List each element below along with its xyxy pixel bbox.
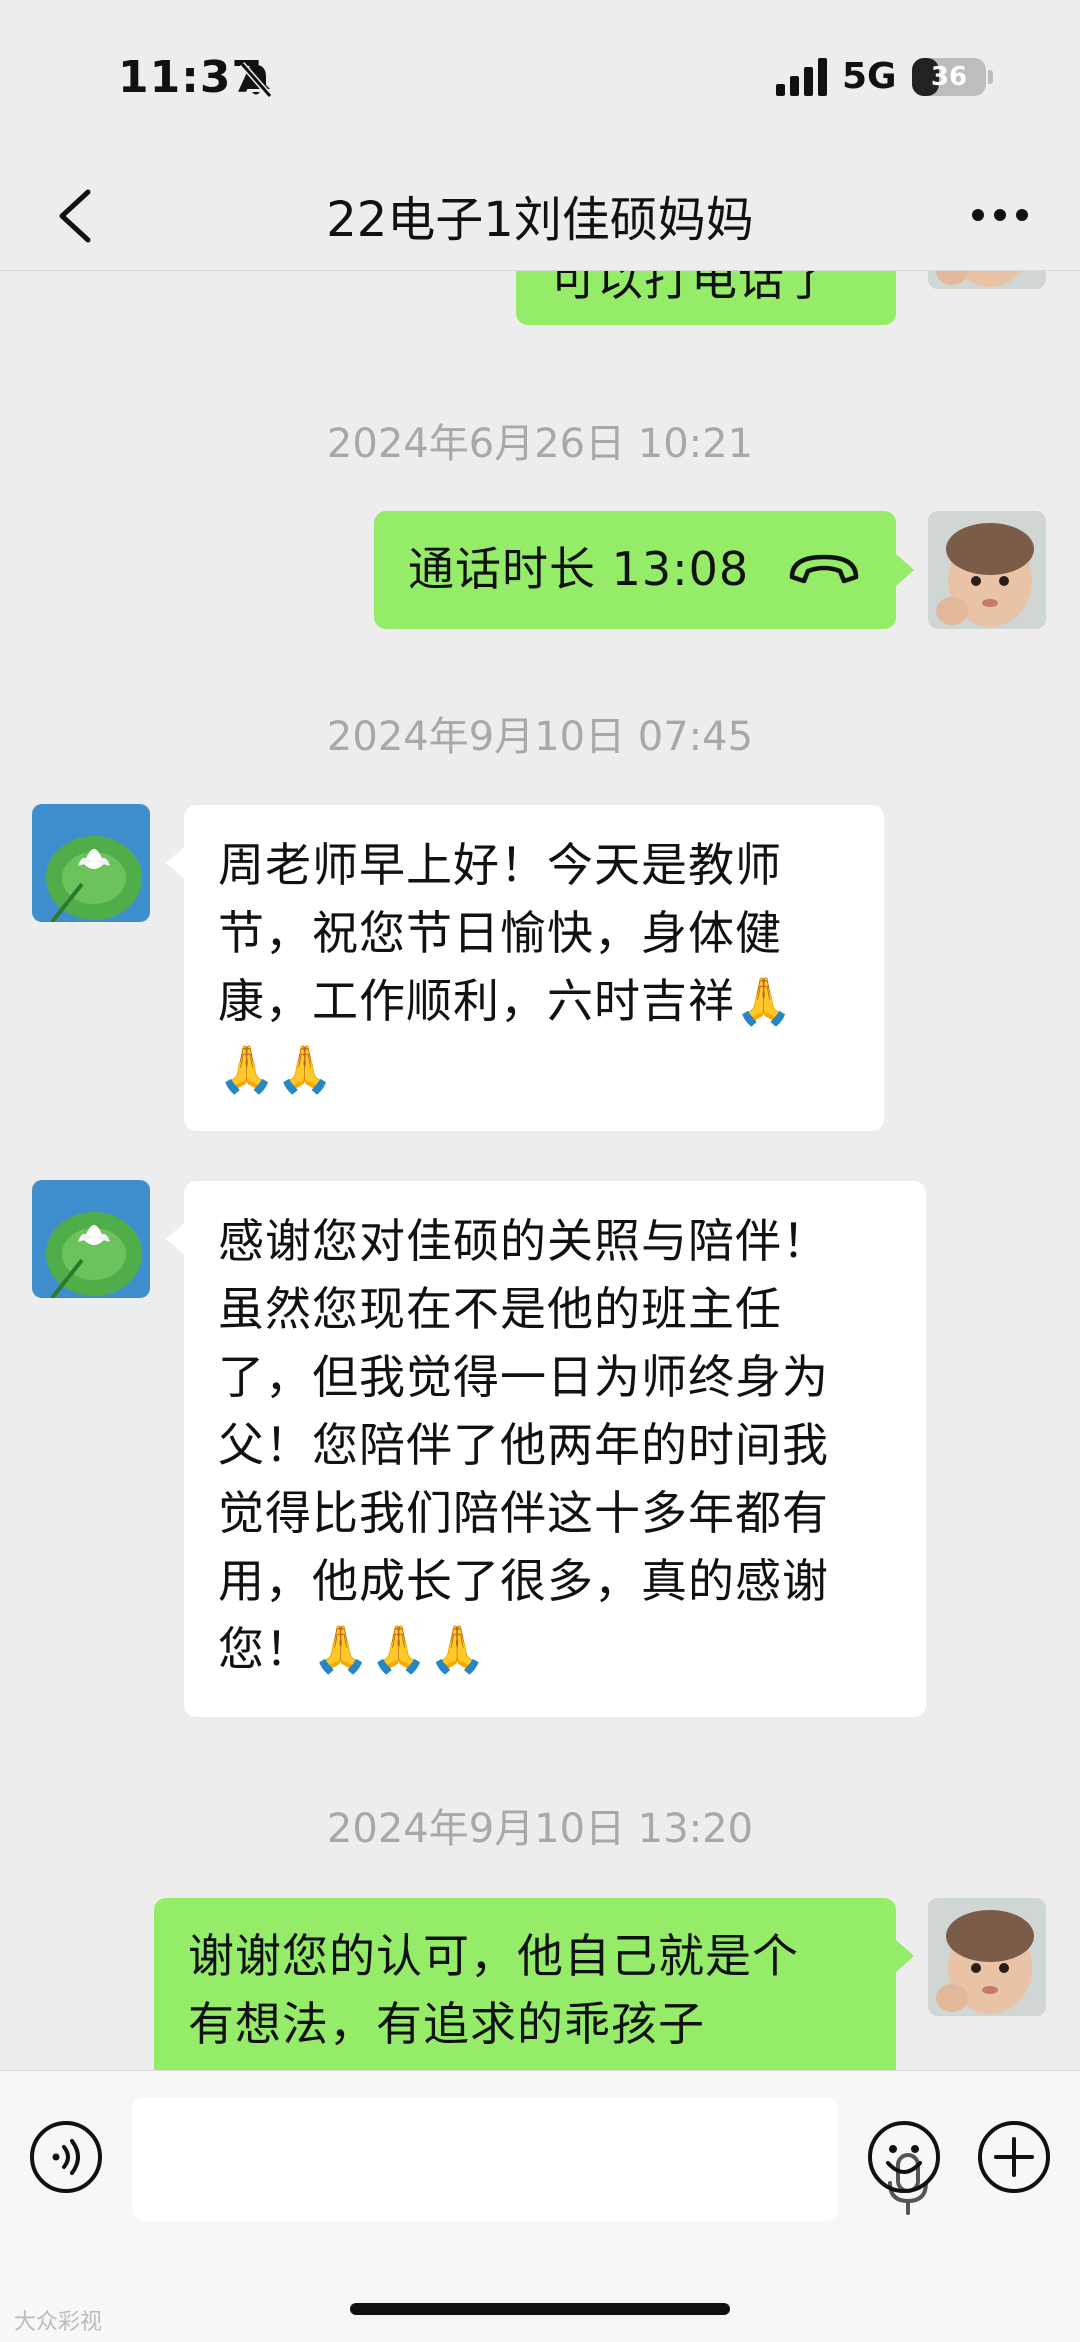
outgoing-message-bubble[interactable]: 谢谢您的认可，他自己就是个 有想法，有追求的乖孩子 bbox=[154, 1898, 896, 2070]
signal-icon bbox=[776, 58, 827, 96]
phone-hangup-icon bbox=[789, 554, 859, 584]
home-indicator[interactable] bbox=[350, 2303, 730, 2315]
message-line: 康，工作顺利，六时吉祥🙏 bbox=[218, 974, 794, 1028]
status-bar: 11:37 5G 36 bbox=[0, 0, 1080, 160]
chat-header: 22电子1刘佳硕妈妈 bbox=[0, 160, 1080, 271]
message-line: 您！🙏🙏🙏 bbox=[218, 1622, 487, 1676]
network-type: 5G bbox=[842, 56, 897, 97]
message-line: 了，但我觉得一日为师终身为 bbox=[218, 1350, 829, 1404]
emoji-icon[interactable] bbox=[866, 2119, 942, 2195]
my-avatar[interactable] bbox=[928, 1898, 1046, 2016]
bell-off-icon bbox=[239, 62, 273, 98]
bubble-tail bbox=[166, 1223, 184, 1255]
timestamp: 2024年6月26日 10:21 bbox=[326, 421, 754, 467]
message-input[interactable] bbox=[132, 2097, 928, 2221]
message-line: 谢谢您的认可，他自己就是个 bbox=[188, 1929, 799, 1983]
message-line: 用，他成长了很多，真的感谢 bbox=[218, 1554, 829, 1608]
message-line: 周老师早上好！今天是教师 bbox=[218, 838, 782, 892]
message-line: 节，祝您节日愉快，身体健 bbox=[218, 906, 782, 960]
message-line: 虽然您现在不是他的班主任 bbox=[218, 1282, 782, 1336]
incoming-message-bubble[interactable]: 周老师早上好！今天是教师 节，祝您节日愉快，身体健 康，工作顺利，六时吉祥🙏 🙏… bbox=[184, 805, 884, 1131]
message-line: 🙏🙏 bbox=[218, 1042, 335, 1096]
incoming-message-bubble[interactable]: 感谢您对佳硕的关照与陪伴！ 虽然您现在不是他的班主任 了，但我觉得一日为师终身为… bbox=[184, 1181, 926, 1717]
back-arrow-icon[interactable] bbox=[40, 176, 110, 256]
message-line: 觉得比我们陪伴这十多年都有 bbox=[218, 1486, 829, 1540]
battery-icon: 36 bbox=[912, 58, 986, 96]
my-avatar[interactable] bbox=[928, 511, 1046, 629]
message-text: 可以打电话了 bbox=[550, 271, 832, 306]
bubble-tail bbox=[166, 847, 184, 879]
message-list[interactable]: 可以打电话了 2024年6月26日 10:21 通话时长 13:08 2024年… bbox=[0, 271, 1080, 2070]
battery-level: 36 bbox=[930, 62, 968, 92]
my-avatar[interactable] bbox=[928, 271, 1046, 289]
more-options-icon[interactable] bbox=[960, 190, 1040, 240]
call-record-bubble[interactable]: 通话时长 13:08 bbox=[374, 511, 896, 629]
bubble-tail bbox=[896, 1940, 914, 1972]
contact-avatar[interactable] bbox=[32, 804, 150, 922]
call-duration-text: 通话时长 13:08 bbox=[408, 542, 750, 596]
timestamp: 2024年9月10日 13:20 bbox=[326, 1806, 754, 1852]
outgoing-message-bubble[interactable]: 可以打电话了 bbox=[516, 271, 896, 325]
message-line: 有想法，有追求的乖孩子 bbox=[188, 1997, 705, 2051]
bubble-tail bbox=[896, 554, 914, 586]
contact-avatar[interactable] bbox=[32, 1180, 150, 1298]
chat-title: 22电子1刘佳硕妈妈 bbox=[326, 192, 754, 248]
input-bar bbox=[0, 2070, 1080, 2342]
message-line: 感谢您对佳硕的关照与陪伴！ bbox=[218, 1214, 829, 1268]
plus-icon[interactable] bbox=[976, 2119, 1052, 2195]
timestamp: 2024年9月10日 07:45 bbox=[326, 714, 754, 760]
watermark: 大众彩视 bbox=[14, 2310, 103, 2335]
message-line: 父！您陪伴了他两年的时间我 bbox=[218, 1418, 829, 1472]
voice-mode-icon[interactable] bbox=[28, 2119, 104, 2195]
battery-tip bbox=[988, 70, 993, 84]
